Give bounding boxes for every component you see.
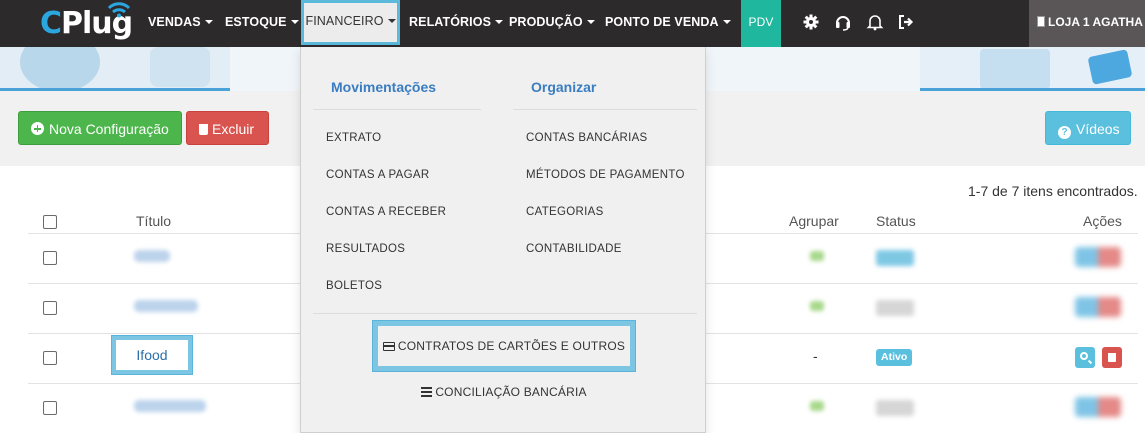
- menu-item-categorias[interactable]: CATEGORIAS: [526, 206, 604, 218]
- header-title[interactable]: Título: [136, 213, 171, 229]
- menu-item-contabilidade[interactable]: CONTABILIDADE: [526, 243, 622, 255]
- blurred-title[interactable]: [134, 300, 198, 312]
- nav-ponto-de-venda[interactable]: PONTO DE VENDA: [605, 0, 731, 47]
- cplug-logo[interactable]: CPlug: [40, 2, 136, 46]
- banner-illustration-left: [0, 47, 230, 91]
- headset-icon[interactable]: [834, 13, 852, 31]
- trash-icon: [1108, 353, 1116, 362]
- menu-item-resultados[interactable]: RESULTADOS: [326, 243, 405, 255]
- building-icon: [1037, 16, 1045, 27]
- row-checkbox[interactable]: [43, 351, 57, 365]
- logout-icon[interactable]: [897, 13, 915, 31]
- menu-item-conciliacao-bancaria[interactable]: CONCILIAÇÃO BANCÁRIA: [301, 385, 707, 399]
- top-navbar: CPlug VENDAS ESTOQUE FINANCEIRO RELATÓRI…: [0, 0, 1145, 47]
- heading-movimentacoes: Movimentações: [331, 79, 437, 95]
- nav-relatorios[interactable]: RELATÓRIOS: [409, 0, 504, 47]
- gear-icon[interactable]: [802, 13, 820, 31]
- blurred-actions[interactable]: [1075, 397, 1121, 417]
- blurred-title[interactable]: [134, 400, 206, 412]
- trash-icon: [199, 124, 208, 135]
- list-icon: [421, 387, 433, 397]
- menu-item-contas-a-pagar[interactable]: CONTAS A PAGAR: [326, 169, 429, 181]
- wifi-icon: [107, 2, 131, 18]
- blurred-actions[interactable]: [1075, 247, 1121, 267]
- view-button[interactable]: [1075, 347, 1095, 368]
- row-title-ifood[interactable]: Ifood: [112, 336, 192, 374]
- banner-illustration-right: [920, 47, 1145, 91]
- menu-item-contas-bancarias[interactable]: CONTAS BANCÁRIAS: [526, 132, 648, 144]
- delete-button[interactable]: Excluir: [186, 111, 269, 145]
- new-config-button[interactable]: Nova Configuração: [18, 111, 182, 145]
- plus-circle-icon: [31, 122, 44, 135]
- blurred-actions[interactable]: [1075, 297, 1121, 317]
- blurred-title[interactable]: [134, 250, 170, 262]
- header-actions: Ações: [1083, 213, 1122, 229]
- menu-item-contratos-de-cartoes[interactable]: CONTRATOS DE CARTÕES E OUTROS: [373, 321, 635, 371]
- blurred-status-badge: [876, 400, 914, 416]
- nav-vendas[interactable]: VENDAS: [148, 0, 213, 47]
- bell-icon[interactable]: [866, 13, 884, 31]
- blurred-group-check: [810, 251, 824, 261]
- select-all-checkbox[interactable]: [43, 215, 57, 229]
- search-icon: [1080, 352, 1088, 360]
- divider: [313, 109, 481, 110]
- header-status: Status: [876, 213, 916, 229]
- blurred-group-check: [810, 301, 824, 311]
- store-selector[interactable]: LOJA 1 AGATHA: [1029, 0, 1145, 47]
- row-checkbox[interactable]: [43, 301, 57, 315]
- nav-producao[interactable]: PRODUÇÃO: [509, 0, 595, 47]
- blurred-status-badge: [876, 250, 914, 266]
- menu-item-contas-a-receber[interactable]: CONTAS A RECEBER: [326, 206, 446, 218]
- menu-item-extrato[interactable]: EXTRATO: [326, 132, 381, 144]
- financeiro-dropdown-menu: Movimentações Organizar EXTRATO CONTAS A…: [300, 47, 706, 433]
- header-group: Agrupar: [789, 213, 839, 229]
- divider: [513, 109, 697, 110]
- menu-item-boletos[interactable]: BOLETOS: [326, 280, 382, 292]
- question-circle-icon: ?: [1058, 126, 1071, 139]
- divider: [313, 313, 697, 314]
- blurred-status-badge: [876, 300, 914, 316]
- credit-card-icon: [382, 342, 395, 351]
- blurred-group-check: [810, 401, 824, 411]
- videos-button[interactable]: ? Vídeos: [1045, 111, 1131, 145]
- delete-row-button[interactable]: [1102, 347, 1122, 368]
- row-checkbox[interactable]: [43, 401, 57, 415]
- row-checkbox[interactable]: [43, 251, 57, 265]
- status-badge: Ativo: [876, 349, 913, 366]
- row-group-value: -: [813, 348, 818, 364]
- nav-estoque[interactable]: ESTOQUE: [225, 0, 299, 47]
- heading-organizar: Organizar: [531, 79, 597, 95]
- nav-pdv[interactable]: PDV: [741, 0, 781, 47]
- results-count: 1-7 de 7 itens encontrados.: [968, 183, 1138, 199]
- menu-item-metodos-de-pagamento[interactable]: MÉTODOS DE PAGAMENTO: [526, 169, 685, 181]
- nav-financeiro[interactable]: FINANCEIRO: [301, 0, 400, 45]
